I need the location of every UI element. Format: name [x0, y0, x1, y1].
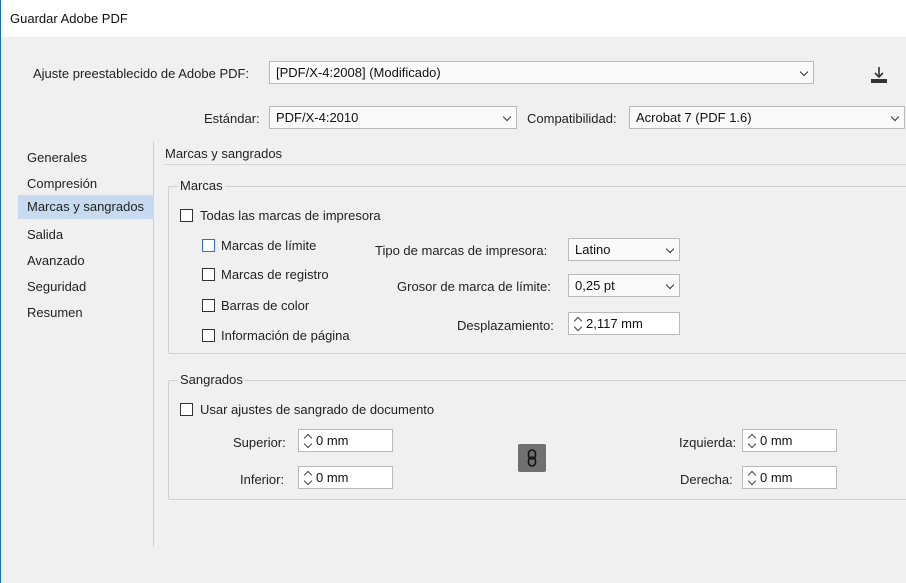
chevron-down-icon [665, 280, 675, 290]
panel-title: Marcas y sangrados [165, 146, 283, 161]
bleed-right-stepper[interactable]: 0 mm [742, 466, 837, 489]
sidebar-item-generales[interactable]: Generales [18, 146, 154, 170]
offset-label: Desplazamiento: [457, 318, 554, 333]
stepper-arrows-icon[interactable] [747, 432, 757, 449]
bleed-bottom-label: Inferior: [240, 472, 285, 487]
chevron-down-icon [665, 244, 675, 254]
chevron-down-icon [799, 67, 809, 77]
window-border [0, 37, 1, 583]
bleed-top-value: 0 mm [316, 433, 349, 448]
bleed-right-label: Derecha: [680, 472, 733, 487]
sidebar: Generales Compresión Marcas y sangrados … [18, 141, 154, 547]
registration-marks-checkbox[interactable] [202, 268, 215, 281]
mark-weight-value: 0,25 pt [575, 278, 615, 293]
stepper-arrows-icon[interactable] [303, 469, 313, 486]
use-doc-bleed-label: Usar ajustes de sangrado de documento [200, 402, 435, 417]
mark-weight-dropdown[interactable]: 0,25 pt [568, 274, 680, 297]
bleed-bottom-value: 0 mm [316, 470, 349, 485]
sidebar-item-salida[interactable]: Salida [18, 223, 154, 247]
bleed-left-value: 0 mm [760, 433, 793, 448]
bleed-left-stepper[interactable]: 0 mm [742, 429, 837, 452]
crop-marks-checkbox[interactable] [202, 239, 215, 252]
preset-dropdown[interactable]: [PDF/X-4:2008] (Modificado) [269, 61, 814, 84]
all-marks-checkbox[interactable] [180, 209, 193, 222]
marks-group-title: Marcas [178, 178, 225, 193]
standard-value: PDF/X-4:2010 [276, 110, 359, 125]
window-title: Guardar Adobe PDF [10, 11, 128, 26]
sidebar-item-marcas-sangrados[interactable]: Marcas y sangrados [18, 195, 154, 219]
crop-marks-label: Marcas de límite [221, 238, 317, 253]
compat-dropdown[interactable]: Acrobat 7 (PDF 1.6) [629, 106, 905, 129]
use-doc-bleed-checkbox[interactable] [180, 403, 193, 416]
preset-value: [PDF/X-4:2008] (Modificado) [276, 65, 441, 80]
chevron-down-icon [890, 112, 900, 122]
color-bars-label: Barras de color [221, 298, 310, 313]
compat-value: Acrobat 7 (PDF 1.6) [636, 110, 752, 125]
registration-marks-label: Marcas de registro [221, 267, 329, 282]
offset-value: 2,117 mm [586, 316, 643, 331]
title-bar: Guardar Adobe PDF [0, 0, 906, 37]
sidebar-item-avanzado[interactable]: Avanzado [18, 249, 154, 273]
all-marks-label: Todas las marcas de impresora [200, 208, 381, 223]
sidebar-item-compresion[interactable]: Compresión [18, 172, 154, 196]
standard-label: Estándar: [204, 111, 260, 126]
bleed-left-label: Izquierda: [679, 435, 737, 450]
bleeds-group-title: Sangrados [178, 372, 245, 387]
mark-weight-label: Grosor de marca de límite: [397, 279, 551, 294]
chevron-down-icon [502, 112, 512, 122]
mark-type-value: Latino [575, 242, 611, 257]
stepper-arrows-icon[interactable] [747, 469, 757, 486]
sidebar-item-seguridad[interactable]: Seguridad [18, 275, 154, 299]
bleed-top-label: Superior: [233, 435, 286, 450]
stepper-arrows-icon[interactable] [303, 432, 313, 449]
page-info-checkbox[interactable] [202, 329, 215, 342]
offset-stepper[interactable]: 2,117 mm [568, 312, 680, 335]
preset-label: Ajuste preestablecido de Adobe PDF: [33, 66, 250, 81]
bleed-right-value: 0 mm [760, 470, 793, 485]
stepper-arrows-icon[interactable] [573, 315, 583, 332]
color-bars-checkbox[interactable] [202, 299, 215, 312]
page-info-label: Información de página [221, 328, 350, 343]
chain-link-icon[interactable] [518, 444, 546, 472]
sidebar-item-resumen[interactable]: Resumen [18, 301, 154, 325]
save-preset-icon[interactable] [868, 64, 890, 86]
standard-dropdown[interactable]: PDF/X-4:2010 [269, 106, 517, 129]
compat-label: Compatibilidad: [527, 111, 617, 126]
bleed-bottom-stepper[interactable]: 0 mm [298, 466, 393, 489]
panel-title-divider [165, 164, 906, 165]
mark-type-dropdown[interactable]: Latino [568, 238, 680, 261]
bleed-top-stepper[interactable]: 0 mm [298, 429, 393, 452]
mark-type-label: Tipo de marcas de impresora: [375, 243, 548, 258]
